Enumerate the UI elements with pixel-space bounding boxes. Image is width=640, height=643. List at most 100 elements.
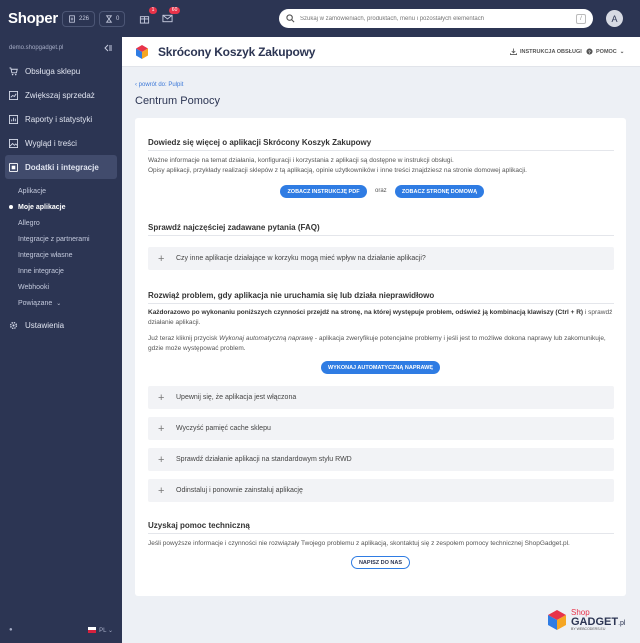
section-title-learn-more: Dowiedz się więcej o aplikacji Skrócony … — [148, 138, 372, 147]
view-homepage-button[interactable]: ZOBACZ STRONĘ DOMOWĄ — [395, 185, 484, 198]
store-domain[interactable]: demo.shopgadget.pl — [9, 45, 63, 51]
troubleshoot-bold: Każdorazowo po wykonaniu poniższych czyn… — [148, 309, 584, 316]
subnav-own-integrations[interactable]: Integracje własne — [0, 247, 122, 263]
help-center-card: Dowiedz się więcej o aplikacji Skrócony … — [135, 118, 626, 596]
subnav-allegro[interactable]: Allegro — [0, 215, 122, 231]
brand-text: Shop GADGET.pl BY WEBCODERS.EU — [571, 609, 625, 632]
chevron-down-icon: ⌄ — [56, 300, 62, 307]
divider — [148, 303, 614, 304]
support-text: Jeśli powyższe informacje i czynności ni… — [148, 540, 570, 547]
manual-link[interactable]: INSTRUKCJA OBSŁUGI — [510, 48, 582, 55]
nav-store-service[interactable]: Obsługa sklepu — [0, 59, 122, 83]
language-switcher[interactable]: PL ⌄ — [88, 626, 113, 634]
shopgadget-logo: Shop GADGET.pl BY WEBCODERS.EU — [546, 609, 625, 632]
auto-fix-button[interactable]: WYKONAJ AUTOMATYCZNĄ NAPRAWĘ — [321, 361, 440, 374]
shoper-logo[interactable]: Shoper — [8, 10, 58, 27]
back-link-label: powrót do: Pulpit — [138, 82, 184, 88]
nav-label: Raporty i statystyki — [25, 114, 93, 124]
app-header: Skrócony Koszyk Zakupowy INSTRUKCJA OBSŁ… — [122, 37, 640, 67]
cart-icon — [9, 66, 18, 75]
learn-more-text-2: Opisy aplikacji, przykłady realizacji sk… — [148, 167, 527, 174]
subnav-other-integrations[interactable]: Inne integracje — [0, 263, 122, 279]
gift-badge: 1 — [148, 6, 158, 14]
subnav-related[interactable]: Powiązane ⌄ — [0, 295, 122, 311]
subnav-my-apps[interactable]: Moje aplikacje — [0, 199, 122, 215]
step-label: Sprawdź działanie aplikacji na standardo… — [176, 456, 352, 463]
user-avatar[interactable]: A — [606, 10, 623, 27]
step-item[interactable]: + Upewnij się, że aplikacja jest włączon… — [148, 386, 614, 409]
learn-more-text-1: Ważne informacje na temat działania, kon… — [148, 157, 454, 164]
manual-label: INSTRUKCJA OBSŁUGI — [520, 48, 582, 55]
section-title-faq: Sprawdź najczęściej zadawane pytania (FA… — [148, 223, 320, 232]
topbar: Shoper 226 0 1 60 / A — [0, 0, 640, 37]
orders-pill[interactable]: 226 — [62, 10, 96, 27]
search-input[interactable] — [300, 15, 576, 22]
troubleshoot-text-2i: Wykonaj automatyczną naprawę — [219, 335, 314, 342]
help-link[interactable]: ? POMOC ⌄ — [586, 48, 624, 55]
image-icon — [9, 138, 18, 148]
mail-button[interactable]: 60 — [160, 6, 181, 26]
gift-button[interactable]: 1 — [137, 6, 158, 26]
global-search[interactable]: / — [279, 9, 593, 28]
addons-subnav: Aplikacje Moje aplikacje Allegro Integra… — [0, 179, 122, 313]
view-pdf-button[interactable]: ZOBACZ INSTRUKCJĘ PDF — [280, 185, 367, 198]
flag-pl-icon — [88, 626, 97, 633]
step-label: Upewnij się, że aplikacja jest włączona — [176, 394, 297, 401]
report-icon — [9, 114, 18, 124]
gear-icon — [9, 321, 18, 329]
chart-icon — [9, 90, 18, 100]
nav-increase-sales[interactable]: Zwiększaj sprzedaż — [0, 83, 122, 107]
back-link[interactable]: ‹ powrót do: Pulpit — [135, 82, 183, 88]
shopgadget-cube-icon — [548, 610, 566, 631]
gift-icon — [139, 16, 149, 24]
store-row: demo.shopgadget.pl — [0, 37, 122, 59]
help-icon: ? — [586, 48, 593, 55]
nav-label: Wygląd i treści — [25, 138, 77, 148]
plus-icon: + — [158, 484, 165, 497]
nav-reports[interactable]: Raporty i statystyki — [0, 107, 122, 131]
faq-item[interactable]: + Czy inne aplikacje działające w korzyk… — [148, 247, 614, 270]
returns-count: 0 — [116, 15, 120, 22]
collapse-sidebar-icon[interactable] — [103, 43, 113, 53]
nav-label: Dodatki i integracje — [25, 162, 99, 172]
step-item[interactable]: + Wyczyść pamięć cache sklepu — [148, 417, 614, 440]
subnav-partner-integrations[interactable]: Integracje z partnerami — [0, 231, 122, 247]
step-item[interactable]: + Sprawdź działanie aplikacji na standar… — [148, 448, 614, 471]
troubleshoot-text-2: Już teraz kliknij przycisk Wykonaj autom… — [148, 334, 618, 354]
language-code: PL — [99, 627, 107, 634]
divider — [148, 235, 614, 236]
nav-label: Ustawienia — [25, 320, 65, 330]
subnav-apps[interactable]: Aplikacje — [0, 183, 122, 199]
support-icon[interactable]: ● — [9, 627, 13, 633]
help-label: POMOC — [596, 48, 617, 55]
nav-settings[interactable]: Ustawienia — [0, 313, 122, 337]
divider — [148, 150, 614, 151]
hourglass-icon — [105, 14, 113, 23]
troubleshoot-text-2a: Już teraz kliknij przycisk — [148, 335, 220, 342]
plus-icon: + — [158, 422, 165, 435]
mail-icon — [162, 14, 173, 23]
search-icon — [286, 14, 295, 23]
section-title-support: Uzyskaj pomoc techniczną — [148, 521, 250, 530]
step-label: Odinstaluj i ponownie zainstaluj aplikac… — [176, 487, 303, 494]
chevron-down-icon: ⌄ — [619, 48, 625, 55]
nav-addons-integrations[interactable]: Dodatki i integracje — [5, 155, 117, 179]
troubleshoot-text-1: Każdorazowo po wykonaniu poniższych czyn… — [148, 308, 618, 328]
step-label: Wyczyść pamięć cache sklepu — [176, 425, 271, 432]
main-content: ‹ powrót do: Pulpit Centrum Pomocy Dowie… — [122, 67, 640, 643]
step-item[interactable]: + Odinstaluj i ponownie zainstaluj aplik… — [148, 479, 614, 502]
puzzle-icon — [9, 162, 18, 172]
section-title-troubleshoot: Rozwiąż problem, gdy aplikacja nie uruch… — [148, 291, 435, 300]
search-shortcut: / — [576, 13, 586, 24]
mail-badge: 60 — [168, 6, 181, 14]
orders-count: 226 — [79, 15, 90, 22]
nav-appearance[interactable]: Wygląd i treści — [0, 131, 122, 155]
contact-us-button[interactable]: NAPISZ DO NAS — [351, 556, 410, 569]
subnav-related-label: Powiązane — [18, 299, 53, 307]
returns-pill[interactable]: 0 — [99, 10, 126, 27]
faq-question: Czy inne aplikacje działające w korzyku … — [176, 255, 426, 262]
plus-icon: + — [158, 391, 165, 404]
subnav-webhooks[interactable]: Webhooki — [0, 279, 122, 295]
sidebar: demo.shopgadget.pl Obsługa sklepu Zwięks… — [0, 37, 122, 643]
document-icon — [69, 14, 75, 23]
